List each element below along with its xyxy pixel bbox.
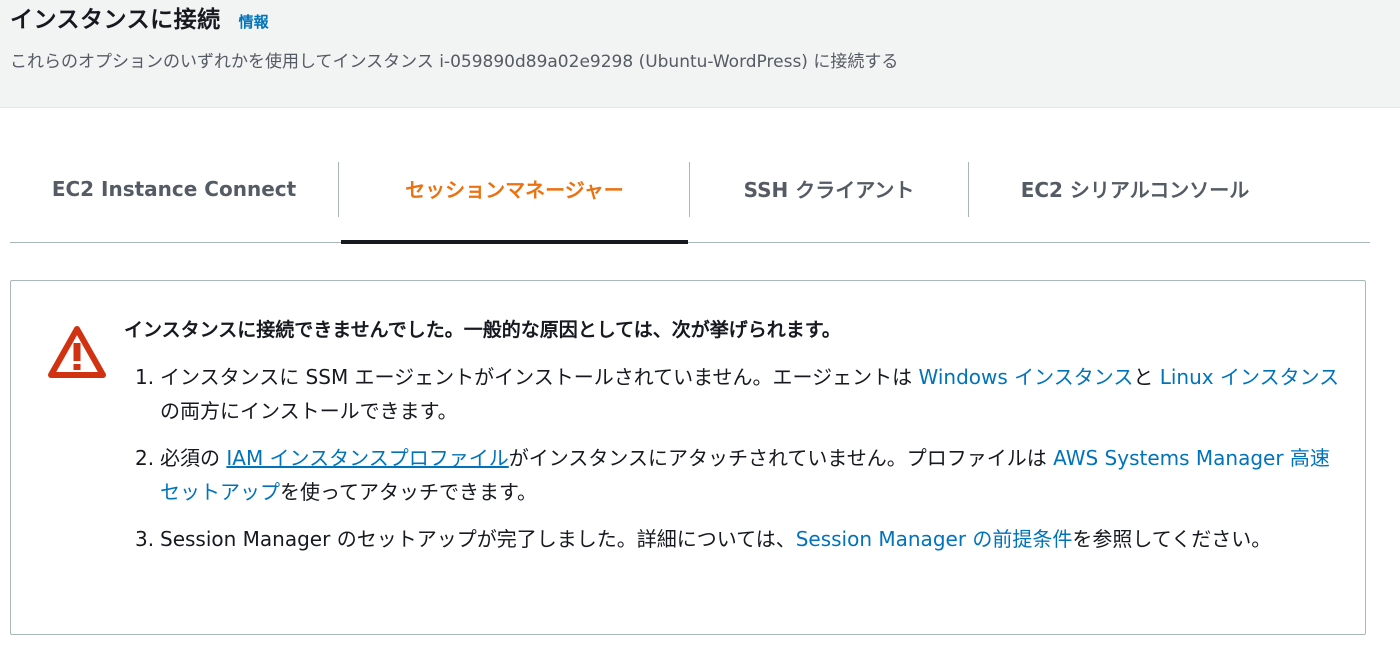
alert-heading: インスタンスに接続できませんでした。一般的な原因としては、次が挙げられます。: [124, 319, 841, 341]
list-number: 3.: [135, 527, 155, 551]
item-text: の両方にインストールできます。: [160, 399, 458, 423]
tab-ssh-client[interactable]: SSH クライアント: [690, 135, 968, 242]
item-text: を使ってアタッチできます。: [280, 480, 537, 504]
iam-instance-profile-link[interactable]: IAM インスタンスプロファイル: [226, 446, 508, 470]
prerequisites-link[interactable]: Session Manager の前提条件: [796, 527, 1073, 551]
error-alert: インスタンスに接続できませんでした。一般的な原因としては、次が挙げられます。 1…: [10, 280, 1366, 635]
linux-instance-link[interactable]: Linux インスタンス: [1160, 365, 1339, 389]
page-title: インスタンスに接続: [10, 7, 221, 33]
tab-separator: [338, 162, 339, 217]
info-link[interactable]: 情報: [239, 11, 269, 32]
cause-list: 1. インスタンスに SSM エージェントがインストールされていません。エージェ…: [135, 360, 1345, 569]
item-text: と: [1133, 365, 1160, 389]
warning-triangle-icon: [48, 326, 106, 378]
title-row: インスタンスに接続 情報: [10, 0, 269, 40]
page-subtitle: これらのオプションのいずれかを使用してインスタンス i-059890d89a02…: [10, 52, 899, 72]
item-text: 必須の: [160, 446, 227, 470]
connection-tabs: EC2 Instance Connect セッションマネージャー SSH クライ…: [10, 135, 1370, 244]
tab-ec2-instance-connect[interactable]: EC2 Instance Connect: [10, 135, 338, 242]
list-item: 1. インスタンスに SSM エージェントがインストールされていません。エージェ…: [135, 360, 1345, 428]
windows-instance-link[interactable]: Windows インスタンス: [919, 365, 1134, 389]
list-item: 2. 必須の IAM インスタンスプロファイルがインスタンスにアタッチされていま…: [135, 441, 1345, 509]
item-text: インスタンスに SSM エージェントがインストールされていません。エージェントは: [160, 365, 919, 389]
item-text: を参照してください。: [1072, 527, 1272, 551]
tab-session-manager[interactable]: セッションマネージャー: [341, 135, 688, 244]
tab-separator: [968, 162, 969, 217]
item-text: Session Manager のセットアップが完了しました。詳細については、: [160, 527, 796, 551]
item-text: がインスタンスにアタッチされていません。プロファイルは: [508, 446, 1054, 470]
list-number: 1.: [135, 365, 155, 389]
list-number: 2.: [135, 446, 155, 470]
list-item: 3. Session Manager のセットアップが完了しました。詳細について…: [135, 522, 1345, 556]
tab-ec2-serial-console[interactable]: EC2 シリアルコンソール: [970, 135, 1300, 242]
page-header: インスタンスに接続 情報 これらのオプションのいずれかを使用してインスタンス i…: [0, 0, 1400, 108]
